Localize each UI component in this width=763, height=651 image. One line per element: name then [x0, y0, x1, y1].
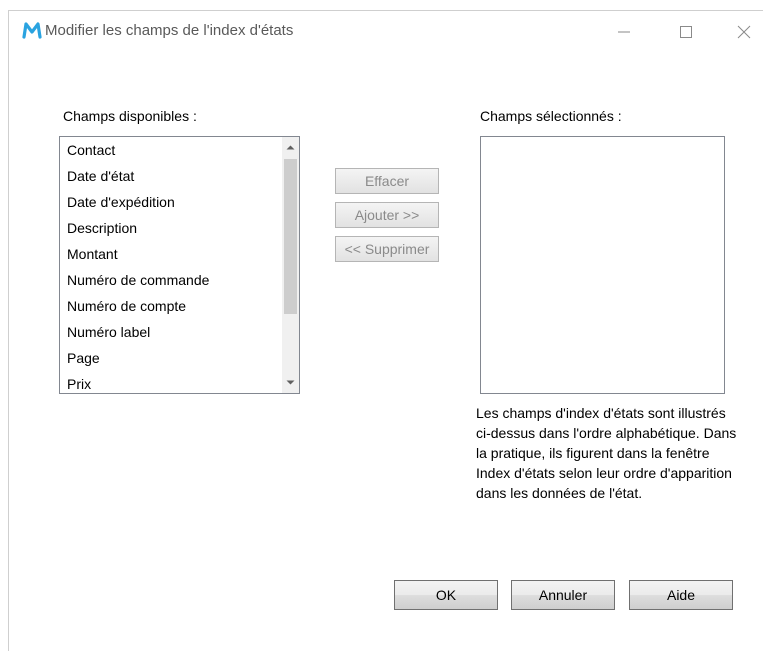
ok-button[interactable]: OK [394, 580, 498, 610]
list-item[interactable]: Date d'expédition [60, 189, 280, 215]
add-button[interactable]: Ajouter >> [335, 202, 439, 228]
list-item[interactable]: Montant [60, 241, 280, 267]
window-title: Modifier les champs de l'index d'états [45, 22, 294, 39]
list-item[interactable]: Contact [60, 137, 280, 163]
list-item[interactable]: Date d'état [60, 163, 280, 189]
list-item[interactable]: Numéro label [60, 319, 280, 345]
close-icon[interactable] [729, 19, 759, 45]
list-item[interactable]: Description [60, 215, 280, 241]
cancel-button[interactable]: Annuler [511, 580, 615, 610]
scroll-down-icon[interactable] [282, 374, 299, 391]
info-text: Les champs d'index d'états sont illustré… [476, 405, 737, 501]
maximize-icon[interactable] [671, 19, 701, 45]
available-fields-list[interactable]: Contact Date d'état Date d'expédition Descr… [59, 136, 300, 394]
scroll-thumb[interactable] [284, 159, 297, 314]
m-logo-icon [21, 19, 43, 41]
title-bar[interactable]: Modifier les champs de l'index d'états [9, 11, 763, 53]
list-item[interactable]: Numéro de compte [60, 293, 280, 319]
list-scrollbar[interactable] [282, 137, 299, 393]
remove-button[interactable]: << Supprimer [335, 236, 439, 262]
help-button[interactable]: Aide [629, 580, 733, 610]
list-item[interactable]: Numéro de commande [60, 267, 280, 293]
selected-fields-list[interactable] [480, 136, 725, 394]
available-fields-label: Champs disponibles : [63, 108, 197, 124]
minimize-icon[interactable] [609, 19, 639, 45]
list-item[interactable]: Prix [60, 371, 280, 393]
dialog-window: Modifier les champs de l'index d'états C… [8, 10, 763, 651]
list-item[interactable]: Page [60, 345, 280, 371]
scroll-up-icon[interactable] [282, 139, 299, 156]
clear-button[interactable]: Effacer [335, 168, 439, 194]
selected-fields-label: Champs sélectionnés : [480, 108, 622, 124]
